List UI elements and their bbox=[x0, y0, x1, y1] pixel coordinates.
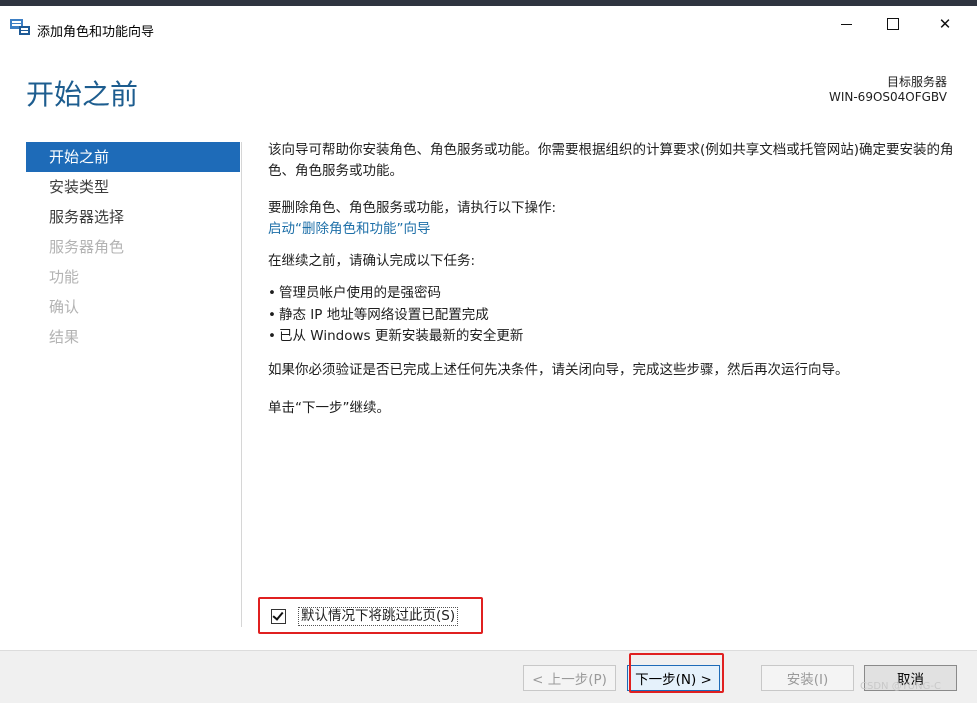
list-item: • 静态 IP 地址等网络设置已配置完成 bbox=[268, 305, 523, 327]
list-item: • 管理员帐户使用的是强密码 bbox=[268, 283, 523, 305]
wizard-steps-nav: 开始之前 安装类型 服务器选择 服务器角色 功能 确认 结果 bbox=[26, 142, 240, 352]
intro-text: 该向导可帮助你安装角色、角色服务或功能。你需要根据组织的计算要求(例如共享文档或… bbox=[268, 142, 954, 179]
close-icon: ✕ bbox=[938, 15, 952, 33]
close-button[interactable]: ✕ bbox=[922, 6, 968, 42]
list-item: • 已从 Windows 更新安装最新的安全更新 bbox=[268, 326, 523, 348]
continue-text: 单击“下一步”继续。 bbox=[268, 400, 390, 416]
server-manager-icon bbox=[10, 19, 30, 35]
verify-text: 如果你必须验证是否已完成上述任何先决条件，请关闭向导，完成这些步骤，然后再次运行… bbox=[268, 362, 849, 378]
nav-item-results: 结果 bbox=[49, 328, 80, 346]
minimize-icon bbox=[840, 23, 852, 25]
previous-button[interactable]: < 上一步(P) bbox=[523, 665, 616, 691]
nav-divider bbox=[241, 142, 242, 627]
prerequisites-list: • 管理员帐户使用的是强密码 • 静态 IP 地址等网络设置已配置完成 • 已从 Wi… bbox=[268, 283, 523, 348]
bullet-icon: • bbox=[268, 328, 276, 344]
minimize-button[interactable] bbox=[823, 6, 869, 42]
nav-item-confirmation: 确认 bbox=[49, 298, 80, 316]
destination-server-label: 目标服务器 bbox=[886, 75, 947, 89]
window-title: 添加角色和功能向导 bbox=[37, 25, 155, 40]
watermark: CSDN @YUNG-C bbox=[860, 681, 941, 692]
destination-server-name: WIN-69OS04OFGBV bbox=[828, 90, 947, 104]
page-title: 开始之前 bbox=[26, 78, 139, 111]
remove-roles-link[interactable]: 启动“删除角色和功能”向导 bbox=[268, 219, 431, 240]
install-button[interactable]: 安装(I) bbox=[761, 665, 854, 691]
maximize-button[interactable] bbox=[870, 6, 916, 42]
nav-item-installation-type[interactable]: 安装类型 bbox=[26, 172, 240, 202]
next-button-highlight bbox=[629, 653, 724, 693]
bullet-icon: • bbox=[268, 306, 276, 323]
skip-page-label[interactable]: 默认情况下将跳过此页(S) bbox=[298, 607, 459, 626]
nav-item-features: 功能 bbox=[49, 268, 80, 286]
skip-page-checkbox[interactable] bbox=[271, 609, 286, 624]
bullet-icon: • bbox=[268, 285, 276, 301]
wizard-header: 开始之前 目标服务器 WIN-69OS04OFGBV bbox=[0, 42, 977, 122]
nav-item-before-you-begin[interactable]: 开始之前 bbox=[26, 142, 240, 172]
remove-instructions: 要删除角色、角色服务或功能，请执行以下操作: bbox=[268, 200, 557, 216]
nav-item-server-selection[interactable]: 服务器选择 bbox=[26, 202, 240, 232]
skip-page-highlight: 默认情况下将跳过此页(S) bbox=[258, 597, 483, 634]
maximize-icon bbox=[887, 18, 899, 30]
prerequisites-heading: 在继续之前，请确认完成以下任务: bbox=[268, 253, 476, 269]
nav-item-server-roles: 服务器角色 bbox=[49, 238, 125, 256]
